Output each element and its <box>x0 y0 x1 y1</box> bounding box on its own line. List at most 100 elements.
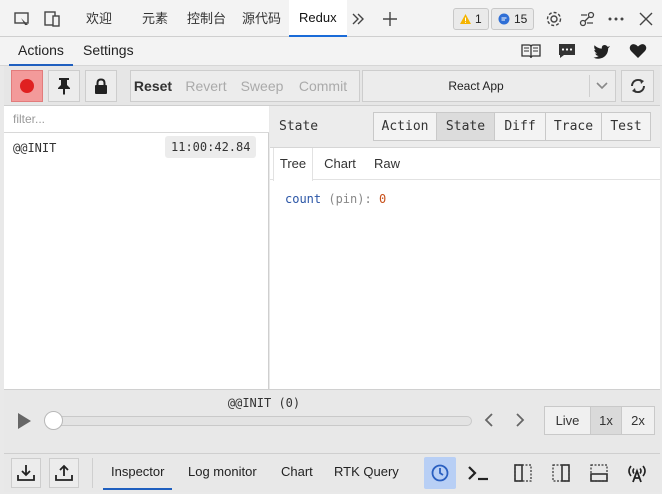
inspect-element-icon[interactable] <box>12 9 32 29</box>
dock-left-button[interactable] <box>510 460 536 486</box>
dock-left-icon <box>514 464 532 482</box>
remote-broadcast-icon <box>628 465 646 483</box>
close-devtools-icon[interactable] <box>636 9 656 29</box>
tree-node-pin[interactable]: (pin) <box>328 192 364 206</box>
state-pane: State Action State Diff Trace Test Tree … <box>270 106 660 389</box>
instance-select[interactable]: React App <box>362 70 616 102</box>
bottom-divider <box>92 458 93 488</box>
monitor-bottom-bar: Inspector Log monitor Chart RTK Query <box>4 453 660 492</box>
tab-actions[interactable]: Actions <box>9 37 73 66</box>
dock-bottom-icon <box>590 464 608 482</box>
chevron-down-icon <box>596 82 608 90</box>
dock-right-button[interactable] <box>548 460 574 486</box>
action-name: @@INIT <box>13 141 57 155</box>
tab-rtk-query[interactable]: RTK Query <box>334 454 399 490</box>
tab-console[interactable]: 控制台 <box>187 0 226 37</box>
state-header: State Action State Diff Trace Test <box>270 106 660 148</box>
action-timestamp: 11:00:42.84 <box>165 136 257 158</box>
heart-icon[interactable] <box>627 41 649 61</box>
commit-button[interactable]: Commit <box>293 70 353 102</box>
tree-node-key: count <box>285 192 322 206</box>
connections-icon[interactable] <box>577 9 597 29</box>
dispatcher-button[interactable] <box>424 457 456 489</box>
twitter-icon[interactable] <box>591 41 613 61</box>
tab-sources[interactable]: 源代码 <box>242 0 281 37</box>
record-button[interactable] <box>11 70 43 102</box>
remote-connection-button[interactable] <box>624 460 650 486</box>
device-emulation-icon[interactable] <box>42 9 62 29</box>
reset-button[interactable]: Reset <box>130 70 176 102</box>
feedback-chat-icon[interactable] <box>556 41 578 61</box>
tab-action[interactable]: Action <box>373 112 437 141</box>
terminal-icon <box>468 466 488 481</box>
more-options-icon[interactable] <box>606 9 626 29</box>
messages-badge[interactable]: 15 <box>491 8 535 30</box>
timeline-slider-bar: @@INIT (0) Live 1x 2x <box>4 389 660 453</box>
next-action-button[interactable] <box>515 412 531 430</box>
lock-button[interactable] <box>85 70 117 102</box>
messages-count: 15 <box>514 12 528 26</box>
subtab-raw[interactable]: Raw <box>368 148 406 180</box>
tab-log-monitor[interactable]: Log monitor <box>188 454 257 490</box>
mode-live[interactable]: Live <box>544 406 591 435</box>
terminal-button[interactable] <box>465 460 491 486</box>
tree-node-colon: : <box>364 192 372 206</box>
timeline-track[interactable] <box>48 416 472 426</box>
previous-action-button[interactable] <box>484 412 500 430</box>
lock-icon <box>95 77 107 94</box>
redux-header: Actions Settings <box>0 37 662 66</box>
tab-chart-monitor[interactable]: Chart <box>281 454 313 490</box>
tab-diff[interactable]: Diff <box>494 112 546 141</box>
play-icon <box>18 413 31 429</box>
filter-input[interactable] <box>4 106 269 133</box>
tab-inspector[interactable]: Inspector <box>103 454 173 490</box>
state-pane-title: State <box>279 119 319 134</box>
tab-state[interactable]: State <box>436 112 495 141</box>
pin-icon <box>58 78 70 95</box>
tree-node-value: 0 <box>378 192 387 206</box>
import-button[interactable] <box>11 458 41 488</box>
record-icon <box>20 79 34 93</box>
dispatcher-icon <box>431 464 449 482</box>
instance-select-value: React App <box>448 79 504 93</box>
tab-trace[interactable]: Trace <box>545 112 602 141</box>
tab-settings[interactable]: Settings <box>83 37 134 66</box>
state-tree-node[interactable]: count (pin): 0 <box>285 192 386 206</box>
mode-2x[interactable]: 2x <box>621 406 655 435</box>
tab-redux[interactable]: Redux <box>289 0 347 37</box>
action-list-item[interactable]: @@INIT 11:00:42.84 <box>4 134 268 162</box>
mode-1x[interactable]: 1x <box>590 406 622 435</box>
export-button[interactable] <box>49 458 79 488</box>
docs-book-icon[interactable] <box>520 41 542 61</box>
chevron-right-icon <box>516 413 525 427</box>
play-button[interactable] <box>16 412 34 430</box>
settings-gear-icon[interactable] <box>544 9 564 29</box>
tab-elements[interactable]: 元素 <box>142 0 168 37</box>
sweep-button[interactable]: Sweep <box>236 70 288 102</box>
subtab-chart[interactable]: Chart <box>318 148 362 180</box>
dock-bottom-button[interactable] <box>586 460 612 486</box>
dock-right-icon <box>552 464 570 482</box>
slider-action-label: @@INIT (0) <box>227 396 301 410</box>
tab-welcome[interactable]: 欢迎 <box>86 0 112 37</box>
sync-button[interactable] <box>621 70 654 102</box>
select-divider <box>589 75 590 97</box>
revert-button[interactable]: Revert <box>180 70 232 102</box>
devtools-topbar: 欢迎 元素 控制台 源代码 Redux 1 15 <box>0 0 662 37</box>
warnings-badge[interactable]: 1 <box>453 8 489 30</box>
tab-test[interactable]: Test <box>601 112 651 141</box>
chevron-left-icon <box>484 413 493 427</box>
export-icon <box>55 464 73 481</box>
pin-button[interactable] <box>48 70 80 102</box>
add-tab-plus-icon[interactable] <box>380 9 400 29</box>
action-list-pane: @@INIT 11:00:42.84 <box>4 106 269 389</box>
sync-icon <box>630 78 645 94</box>
import-icon <box>17 465 35 481</box>
more-tabs-chevron-icon[interactable] <box>348 9 368 29</box>
warnings-count: 1 <box>475 12 482 26</box>
warning-icon <box>460 14 471 24</box>
timeline-thumb[interactable] <box>44 411 63 430</box>
subtab-tree[interactable]: Tree <box>273 148 313 181</box>
state-view-tabs: Tree Chart Raw <box>270 148 660 181</box>
actions-toolbar: Reset Revert Sweep Commit React App <box>4 66 660 106</box>
